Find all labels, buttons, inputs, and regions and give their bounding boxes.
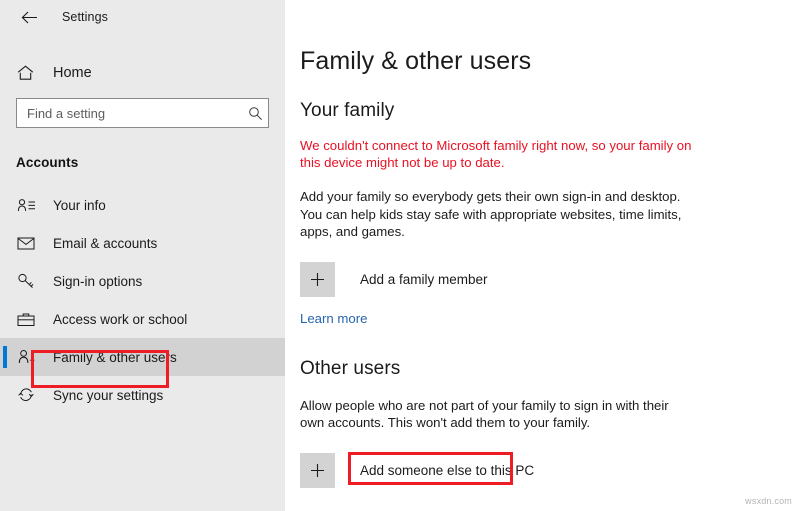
- learn-more-link[interactable]: Learn more: [300, 311, 367, 326]
- sidebar-item-your-info[interactable]: Your info: [0, 186, 285, 224]
- key-icon: [17, 273, 39, 289]
- sidebar-item-sync-your-settings[interactable]: Sync your settings: [0, 376, 285, 414]
- your-family-description: Add your family so everybody gets their …: [300, 189, 682, 239]
- back-arrow-icon[interactable]: [14, 4, 44, 30]
- sidebar-item-label: Sync your settings: [53, 387, 164, 403]
- sidebar-item-label: Email & accounts: [53, 235, 158, 251]
- page-title: Family & other users: [300, 47, 532, 75]
- home-icon: [17, 65, 39, 81]
- your-family-heading: Your family: [300, 100, 395, 121]
- sidebar-nav: Your info Email & accounts Sign-in optio…: [0, 186, 285, 414]
- envelope-icon: [17, 236, 39, 250]
- sidebar-item-label: Family & other users: [53, 349, 177, 365]
- add-someone-else-row[interactable]: Add someone else to this PC: [300, 452, 800, 488]
- search-input[interactable]: [17, 99, 242, 127]
- add-someone-else-label[interactable]: Add someone else to this PC: [360, 463, 534, 478]
- sidebar-item-home[interactable]: Home: [0, 56, 285, 90]
- title-bar: Settings: [0, 0, 285, 34]
- sidebar-item-label: Access work or school: [53, 311, 188, 327]
- other-users-heading: Other users: [300, 357, 401, 379]
- sidebar-section-title: Accounts: [16, 155, 79, 170]
- sidebar-item-email-accounts[interactable]: Email & accounts: [0, 224, 285, 262]
- sidebar: Settings Home Accounts: [0, 0, 285, 511]
- other-users-description: Allow people who are not part of your fa…: [300, 397, 669, 431]
- plus-icon[interactable]: [300, 261, 335, 297]
- home-label: Home: [53, 65, 92, 81]
- settings-window: Settings Home Accounts: [0, 0, 800, 511]
- sidebar-item-family-other-users[interactable]: Family & other users: [0, 338, 285, 376]
- other-users-section: Other users Allow people who are not par…: [300, 358, 800, 488]
- user-plus-icon: [17, 349, 39, 365]
- plus-icon[interactable]: [300, 452, 335, 488]
- sidebar-item-label: Your info: [53, 197, 106, 213]
- sync-icon: [17, 387, 39, 403]
- search-icon[interactable]: [242, 106, 268, 121]
- app-title: Settings: [62, 10, 108, 24]
- sidebar-item-label: Sign-in options: [53, 273, 143, 289]
- search-box[interactable]: [16, 98, 269, 128]
- family-connection-error: We couldn't connect to Microsoft family …: [300, 138, 692, 170]
- briefcase-icon: [17, 312, 39, 327]
- add-family-member-row[interactable]: Add a family member: [300, 261, 800, 297]
- sidebar-item-signin-options[interactable]: Sign-in options: [0, 262, 285, 300]
- add-family-member-label[interactable]: Add a family member: [360, 272, 488, 287]
- watermark: wsxdn.com: [745, 496, 792, 506]
- main-content: Family & other users Your family We coul…: [285, 0, 800, 511]
- user-info-icon: [17, 198, 39, 213]
- sidebar-item-access-work-school[interactable]: Access work or school: [0, 300, 285, 338]
